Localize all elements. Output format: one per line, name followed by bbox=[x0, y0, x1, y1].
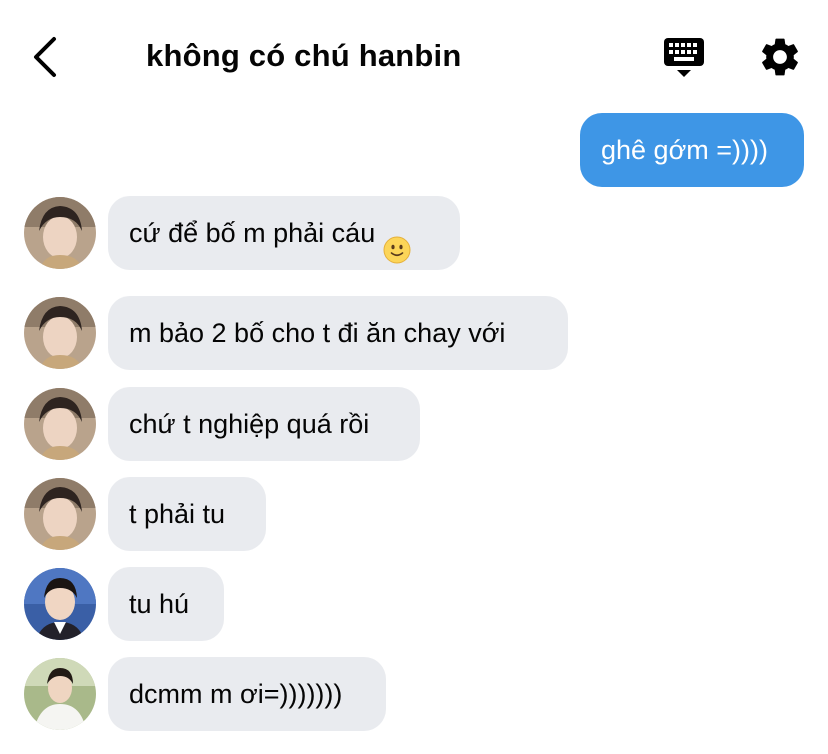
keyboard-icon bbox=[664, 38, 704, 77]
outgoing-message-bubble[interactable]: ghê gớm =)))) bbox=[580, 113, 804, 187]
avatar[interactable] bbox=[24, 297, 96, 369]
keyboard-button[interactable] bbox=[660, 34, 710, 80]
incoming-message-bubble[interactable]: dcmm m ơi=))))))) bbox=[108, 657, 386, 731]
chat-header: không có chú hanbin bbox=[0, 0, 828, 110]
message-text: cứ để bố m phải cáu bbox=[129, 218, 376, 248]
incoming-message-bubble[interactable]: t phải tu bbox=[108, 477, 266, 551]
gear-icon bbox=[762, 38, 798, 76]
incoming-message-bubble[interactable]: tu hú bbox=[108, 567, 224, 641]
chevron-left-icon bbox=[34, 37, 56, 77]
message-row: m bảo 2 bố cho t đi ăn chay với bbox=[0, 296, 828, 370]
avatar[interactable] bbox=[24, 197, 96, 269]
incoming-message-bubble[interactable]: m bảo 2 bố cho t đi ăn chay với bbox=[108, 296, 568, 370]
incoming-message-bubble[interactable]: chứ t nghiệp quá rồi bbox=[108, 387, 420, 461]
back-button[interactable] bbox=[28, 34, 68, 80]
avatar[interactable] bbox=[24, 478, 96, 550]
message-row: chứ t nghiệp quá rồi bbox=[0, 387, 828, 461]
message-row: dcmm m ơi=))))))) bbox=[0, 657, 828, 731]
chat-screen: không có chú hanbin ghê gớm =)))) cứ để … bbox=[0, 0, 828, 754]
message-row: t phải tu bbox=[0, 477, 828, 551]
avatar[interactable] bbox=[24, 568, 96, 640]
slightly-smiling-face-emoji bbox=[383, 218, 411, 264]
chat-title: không có chú hanbin bbox=[146, 38, 462, 73]
settings-button[interactable] bbox=[757, 34, 803, 80]
message-row: cứ để bố m phải cáu bbox=[0, 196, 828, 270]
incoming-message-bubble[interactable]: cứ để bố m phải cáu bbox=[108, 196, 460, 270]
avatar[interactable] bbox=[24, 658, 96, 730]
message-row: tu hú bbox=[0, 567, 828, 641]
avatar[interactable] bbox=[24, 388, 96, 460]
